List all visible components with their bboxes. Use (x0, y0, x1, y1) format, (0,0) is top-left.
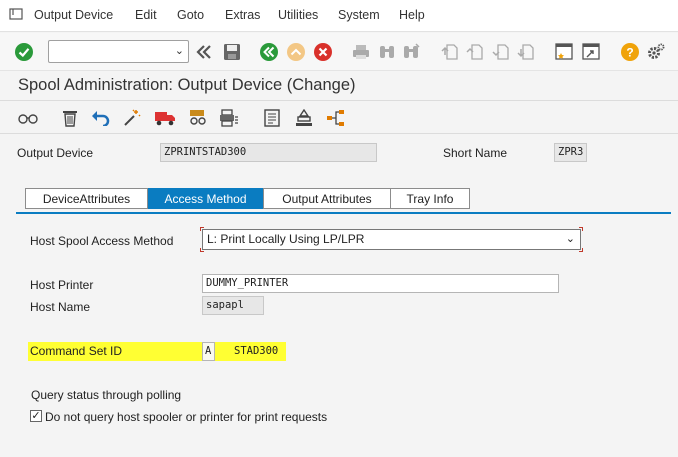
no-query-label: Do not query host spooler or printer for… (45, 410, 328, 424)
magic-wand-icon[interactable] (121, 107, 143, 129)
command-set-label: Command Set ID (30, 344, 123, 358)
back-double-icon[interactable] (193, 41, 215, 63)
host-spool-label: Host Spool Access Method (30, 234, 174, 248)
shortcut-icon[interactable] (580, 41, 602, 63)
create-session-icon[interactable] (553, 41, 575, 63)
first-page-icon[interactable] (439, 41, 461, 63)
output-device-label: Output Device (17, 146, 94, 160)
truck-icon[interactable] (154, 107, 176, 129)
short-name-label: Short Name (443, 146, 508, 160)
command-field[interactable]: ⌄ (48, 40, 189, 63)
device-icon[interactable] (187, 107, 209, 129)
back-icon[interactable] (258, 41, 280, 63)
host-printer-field[interactable]: DUMMY_PRINTER (202, 274, 559, 293)
menu-edit[interactable]: Edit (135, 8, 157, 22)
find-next-icon[interactable] (400, 41, 422, 63)
command-set-field[interactable]: A (202, 342, 215, 361)
host-spool-select[interactable]: L: Print Locally Using LP/LPR ⌄ (202, 229, 581, 250)
tab-tray-info[interactable]: Tray Info (390, 188, 470, 209)
focus-corner-bl (200, 248, 204, 252)
menu-goto[interactable]: Goto (177, 8, 204, 22)
enter-icon[interactable] (13, 41, 35, 63)
output-device-field: ZPRINTSTAD300 (160, 143, 377, 162)
check-icon: ✓ (31, 410, 41, 422)
hierarchy-icon[interactable] (325, 107, 347, 129)
delete-icon[interactable] (59, 107, 81, 129)
menu-utilities[interactable]: Utilities (278, 8, 318, 22)
document-icon[interactable] (261, 107, 283, 129)
previous-page-icon[interactable] (464, 41, 486, 63)
undo-icon[interactable] (90, 107, 112, 129)
exit-icon[interactable] (285, 41, 307, 63)
host-name-label: Host Name (30, 300, 91, 314)
focus-corner-tr (579, 227, 583, 231)
menu-bar: Output Device Edit Goto Extras Utilities… (0, 0, 678, 32)
application-toolbar (0, 100, 678, 134)
menu-help[interactable]: Help (399, 8, 425, 22)
system-toolbar: ⌄ ? (0, 33, 678, 71)
svg-text:?: ? (626, 46, 633, 60)
host-printer-label: Host Printer (30, 278, 94, 292)
help-icon[interactable]: ? (619, 41, 641, 63)
host-name-field: sapapl (202, 296, 264, 315)
chevron-down-icon[interactable]: ⌄ (175, 44, 184, 57)
chevron-down-icon[interactable]: ⌄ (566, 232, 575, 245)
no-query-checkbox[interactable]: ✓ (30, 410, 42, 422)
host-spool-value: L: Print Locally Using LP/LPR (207, 232, 365, 246)
print-icon[interactable] (350, 41, 372, 63)
menu-icon[interactable] (9, 7, 23, 21)
menu-extras[interactable]: Extras (225, 8, 260, 22)
next-page-icon[interactable] (490, 41, 512, 63)
print-config-icon[interactable] (218, 107, 240, 129)
last-page-icon[interactable] (515, 41, 537, 63)
save-icon[interactable] (221, 41, 243, 63)
short-name-field: ZPR3 (554, 143, 587, 162)
menu-system[interactable]: System (338, 8, 380, 22)
query-status-label: Query status through polling (31, 388, 182, 402)
menu-output-device[interactable]: Output Device (34, 8, 113, 22)
find-icon[interactable] (376, 41, 398, 63)
tab-device-attributes[interactable]: DeviceAttributes (25, 188, 148, 209)
page-title: Spool Administration: Output Device (Cha… (18, 76, 356, 94)
focus-corner-br (579, 248, 583, 252)
cancel-icon[interactable] (312, 41, 334, 63)
focus-corner-tl (200, 227, 204, 231)
settings-icon[interactable] (645, 41, 667, 63)
display-change-icon[interactable] (17, 107, 39, 129)
stamp-icon[interactable] (293, 107, 315, 129)
tab-access-method[interactable]: Access Method (148, 188, 263, 209)
command-set-description: STAD300 (234, 345, 279, 357)
tab-output-attributes[interactable]: Output Attributes (263, 188, 391, 209)
title-bar: Spool Administration: Output Device (Cha… (0, 72, 678, 100)
